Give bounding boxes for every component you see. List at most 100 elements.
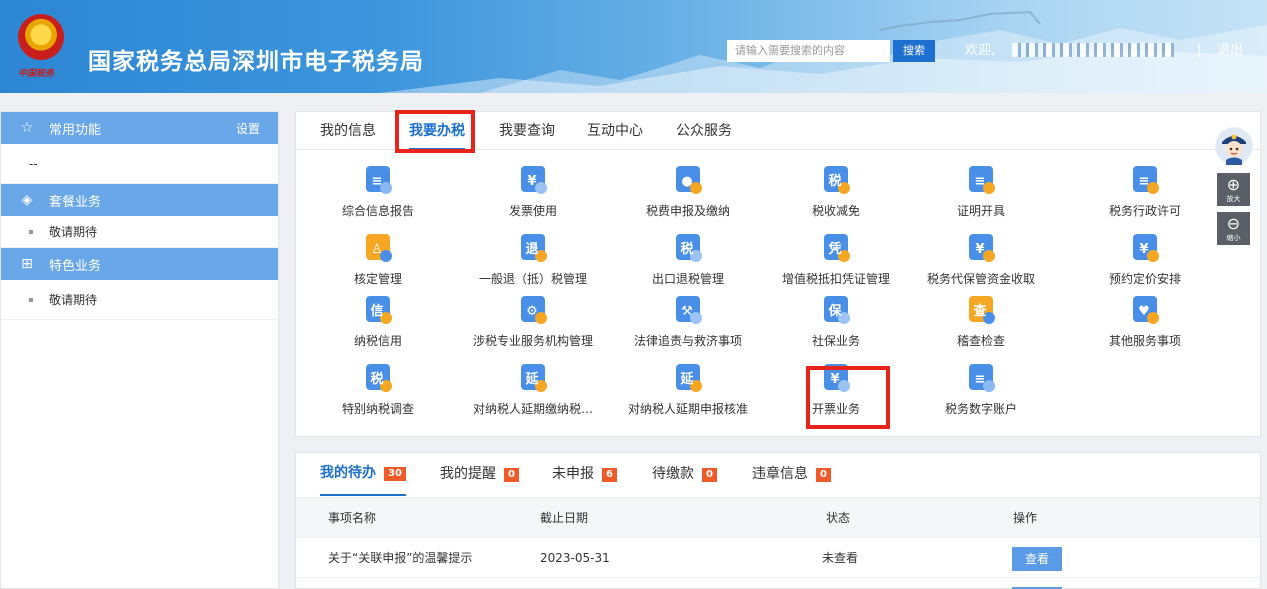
service-item[interactable]: ⚙ 涉税专业服务机构管理 [453,294,613,349]
service-item[interactable]: ♙ 核定管理 [298,232,458,287]
service-item[interactable]: ¥ 开票业务 [756,362,916,417]
svg-text:¥: ¥ [975,242,984,257]
zoom-in-icon: ⊕ [1226,175,1241,194]
service-label: 法律追责与救济事项 [633,334,742,348]
service-item[interactable]: 保社保业务 [756,294,916,349]
logout-link[interactable]: 退出 [1217,40,1243,62]
sidebar-section-title: 常用功能 [49,122,102,138]
service-item[interactable]: ≡ 税务行政许可 [1065,164,1225,219]
sidebar-item-label: 敬请期待 [49,225,98,239]
username-redacted [1012,43,1174,57]
tab-interaction[interactable]: 互动中心 [587,112,643,150]
service-item[interactable]: ≡ 税务数字账户 [901,362,1061,417]
column-header-action: 操作 [1013,511,1038,525]
tab-my-reminders[interactable]: 我的提醒 0 [440,453,519,496]
service-label: 对纳税人延期申报核准 [627,402,748,416]
tab-query[interactable]: 我要查询 [499,112,555,150]
svg-text:退: 退 [525,242,538,257]
service-item[interactable]: 延对纳税人延期申报核准 [608,362,768,417]
service-label: 特别纳税调查 [341,402,414,416]
service-item[interactable]: ¥ 预约定价安排 [1065,232,1225,287]
license-award-icon: ≡ [1133,166,1159,194]
service-label: 核定管理 [353,272,402,286]
view-button[interactable]: 查看 [1012,547,1062,571]
tab-label: 违章信息 [752,466,808,482]
top-header: 中国税务 国家税务总局深圳市电子税务局 请输入需要搜索的内容 搜索 欢迎, | … [0,0,1267,93]
zoom-out-label: 缩小 [1226,234,1241,242]
building-gear-icon: ⚙ [521,296,547,324]
todo-panel: 我的待办 30 我的提醒 0 未申报 6 待缴款 0 违章信息 0 事项名称 截… [295,452,1261,589]
tab-violations[interactable]: 违章信息 0 [752,453,831,496]
sidebar-item-coming-soon[interactable]: 敬请期待 [1,216,278,248]
service-label: 发票使用 [508,204,557,218]
service-item[interactable]: ⚒ 法律追责与救济事项 [608,294,768,349]
service-label: 开票业务 [811,402,860,416]
tax-minus-icon: 税 [824,166,850,194]
tab-public-service[interactable]: 公众服务 [676,112,732,150]
bullet-icon [29,297,33,302]
service-panel: 我的信息 我要办税 我要查询 互动中心 公众服务 ≡ 综合信息报告 ¥ 发票使用 ● 税费… [295,111,1261,437]
zoom-in-label: 放大 [1226,195,1241,203]
service-item[interactable]: ¥ 税务代保管资金收取 [901,232,1061,287]
sidebar-section-special[interactable]: ⊞ 特色业务 [1,248,278,280]
svg-text:延: 延 [679,371,694,387]
inspection-shield-icon: 查 [969,296,995,324]
sidebar-item-coming-soon[interactable]: 敬请期待 [1,280,278,320]
search-button[interactable]: 搜索 [893,40,935,62]
service-item[interactable]: 税税收减免 [756,164,916,219]
emblem-caption: 中国税务 [18,69,55,79]
export-refund-icon: 税 [676,234,702,262]
service-item[interactable]: 查稽查检查 [901,294,1061,349]
tab-my-info[interactable]: 我的信息 [320,112,376,150]
column-header-name: 事项名称 [328,511,377,525]
service-item[interactable]: ● 税费申报及缴纳 [608,164,768,219]
service-item[interactable]: 凭增值税抵扣凭证管理 [756,232,916,287]
svg-text:保: 保 [827,303,842,319]
service-item[interactable]: 税出口退税管理 [608,232,768,287]
service-label: 对纳税人延期缴纳税… [472,402,593,416]
refund-icon: 退 [521,234,547,262]
service-label: 证明开具 [956,204,1005,218]
svg-text:¥: ¥ [527,174,536,189]
sidebar-section-package[interactable]: ◈ 套餐业务 [1,184,278,216]
assistant-avatar[interactable] [1215,127,1253,165]
tab-unfiled[interactable]: 未申报 6 [552,453,617,496]
svg-text:●: ● [681,174,692,189]
zoom-out-button[interactable]: ⊖ 缩小 [1217,212,1250,245]
service-item[interactable]: ♥ 其他服务事项 [1065,294,1225,349]
deferred-filing-icon: 延 [676,364,702,392]
service-item[interactable]: ≡ 综合信息报告 [298,164,458,219]
service-item[interactable]: 税特别纳税调查 [298,362,458,417]
tab-pending-payment[interactable]: 待缴款 0 [652,453,717,496]
svg-text:⚒: ⚒ [681,304,693,319]
sidebar-item-label: -- [29,156,38,171]
service-item[interactable]: 延对纳税人延期缴纳税… [453,362,613,417]
certificate-icon: ≡ [969,166,995,194]
svg-text:¥: ¥ [1139,242,1148,257]
service-item[interactable]: ¥ 发票使用 [453,164,613,219]
sidebar-section-common[interactable]: ☆ 常用功能 设置 [1,112,278,144]
svg-text:≡: ≡ [975,372,986,387]
svg-text:查: 查 [972,303,987,319]
service-item[interactable]: 信纳税信用 [298,294,458,349]
table-row: 关于“关联申报”的温馨提示 2023-05-31 未查看 查看 [296,537,1260,577]
service-item[interactable]: 退一般退（抵）税管理 [453,232,613,287]
service-label: 税收减免 [811,204,860,218]
deferred-payment-icon: 延 [521,364,547,392]
invoice-yen-icon: ¥ [521,166,547,194]
svg-text:≡: ≡ [372,174,383,189]
heart-hands-icon: ♥ [1133,296,1159,324]
star-icon: ☆ [20,120,34,136]
tab-my-todo[interactable]: 我的待办 30 [320,453,406,496]
table-header: 事项名称 截止日期 状态 操作 [296,497,1260,537]
service-label: 增值税抵扣凭证管理 [781,272,890,286]
sidebar: ☆ 常用功能 设置 -- ◈ 套餐业务 敬请期待 ⊞ 特色业务 敬请期待 [0,111,279,589]
column-header-deadline: 截止日期 [540,511,589,525]
tab-tax-handling[interactable]: 我要办税 [409,112,465,150]
zoom-in-button[interactable]: ⊕ 放大 [1217,173,1250,206]
search-input[interactable]: 请输入需要搜索的内容 [727,40,890,62]
count-badge: 30 [384,466,406,481]
settings-link[interactable]: 设置 [236,120,260,137]
service-item[interactable]: ≡ 证明开具 [901,164,1061,219]
svg-text:税: 税 [680,241,693,257]
